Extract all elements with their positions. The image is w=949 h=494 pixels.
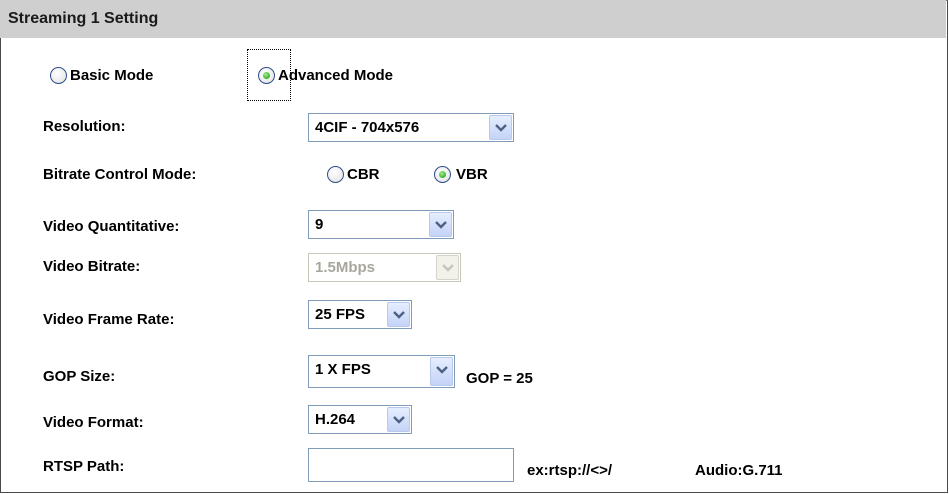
rtsp-path-input[interactable]	[308, 448, 514, 482]
gop-size-select[interactable]: 1 X FPS	[308, 355, 455, 388]
basic-mode-label[interactable]: Basic Mode	[70, 67, 153, 84]
resolution-value: 4CIF - 704x576	[315, 119, 420, 136]
gop-size-label: GOP Size:	[43, 368, 116, 385]
chevron-down-icon[interactable]	[430, 357, 453, 386]
video-format-label: Video Format:	[43, 414, 144, 431]
rtsp-path-label: RTSP Path:	[43, 458, 125, 475]
cbr-radio[interactable]	[327, 166, 344, 183]
vbr-label[interactable]: VBR	[456, 166, 488, 183]
chevron-down-icon[interactable]	[387, 407, 410, 432]
video-frame-rate-label: Video Frame Rate:	[43, 311, 175, 328]
vbr-radio[interactable]	[434, 166, 451, 183]
section-title: Streaming 1 Setting	[8, 10, 159, 27]
cbr-label[interactable]: CBR	[347, 166, 380, 183]
chevron-down-icon[interactable]	[489, 115, 512, 140]
resolution-label: Resolution:	[43, 118, 126, 135]
video-bitrate-label: Video Bitrate:	[43, 258, 141, 275]
video-quantitative-value: 9	[315, 216, 324, 233]
resolution-select[interactable]: 4CIF - 704x576	[308, 113, 514, 142]
video-frame-rate-select[interactable]: 25 FPS	[308, 300, 412, 329]
advanced-mode-label[interactable]: Advanced Mode	[278, 67, 393, 84]
chevron-down-icon	[436, 255, 459, 280]
gop-size-value: 1 X FPS	[315, 361, 371, 378]
bitrate-control-label: Bitrate Control Mode:	[43, 166, 197, 183]
video-frame-rate-value: 25 FPS	[315, 306, 366, 323]
rtsp-example-text: ex:rtsp://<>/	[527, 462, 613, 479]
basic-mode-radio[interactable]	[50, 67, 67, 84]
video-bitrate-value: 1.5Mbps	[315, 259, 376, 276]
audio-codec-text: Audio:G.711	[695, 462, 783, 479]
video-quantitative-select[interactable]: 9	[308, 210, 454, 239]
gop-note: GOP = 25	[466, 370, 533, 387]
advanced-mode-radio[interactable]	[258, 67, 275, 84]
video-bitrate-select: 1.5Mbps	[308, 253, 461, 282]
chevron-down-icon[interactable]	[429, 212, 452, 237]
video-format-select[interactable]: H.264	[308, 405, 412, 434]
video-quantitative-label: Video Quantitative:	[43, 218, 180, 235]
chevron-down-icon[interactable]	[387, 302, 410, 327]
section-header: Streaming 1 Setting	[0, 0, 946, 38]
video-format-value: H.264	[315, 411, 356, 428]
